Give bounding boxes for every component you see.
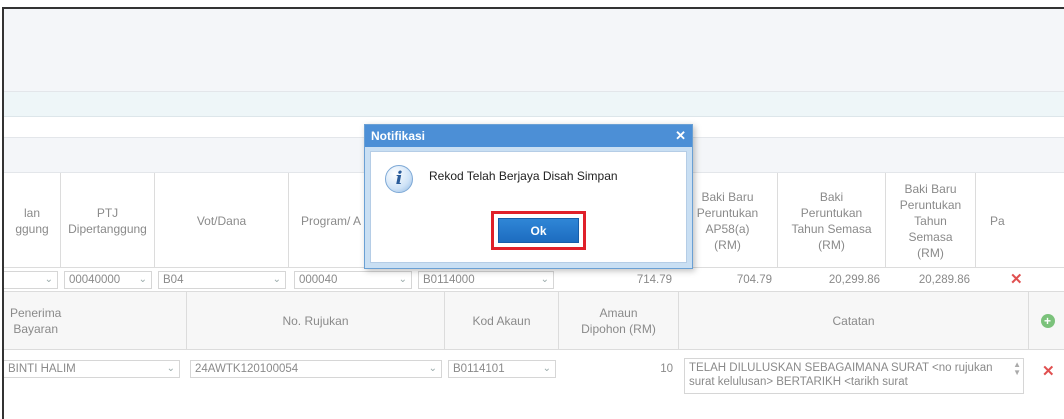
catatan-textarea[interactable]: TELAH DILULUSKAN SEBAGAIMANA SURAT <no r… bbox=[684, 358, 1024, 394]
dialog-title: Notifikasi bbox=[365, 125, 692, 147]
chevron-down-icon: ⌄ bbox=[428, 363, 437, 374]
chevron-down-icon: ⌄ bbox=[44, 274, 53, 285]
chevron-down-icon: ⌄ bbox=[398, 274, 407, 285]
ok-button[interactable]: Ok bbox=[498, 218, 579, 243]
payee-table-header: Penerima Bayaran No. Rujukan Kod Akaun A… bbox=[4, 292, 1064, 350]
payee-table-row: BINTI HALIM ⌄ 24AWTK120100054 ⌄ B0114101 ⌄ … bbox=[4, 350, 1064, 419]
dipertanggung-select[interactable]: ⌄ bbox=[4, 271, 58, 289]
dialog-message: Rekod Telah Berjaya Disah Simpan bbox=[429, 169, 618, 183]
scroll-arrows-icon[interactable]: ▲ ▼ bbox=[1013, 361, 1021, 377]
ptj-select[interactable]: 00040000 ⌄ bbox=[64, 271, 152, 289]
chevron-down-icon: ⌄ bbox=[540, 274, 549, 285]
add-row-button[interactable]: + bbox=[1029, 292, 1064, 350]
close-icon[interactable]: ✕ bbox=[675, 125, 686, 147]
col-header-no-rujukan: No. Rujukan bbox=[187, 292, 445, 350]
amaun-value: 10 bbox=[660, 363, 673, 375]
chevron-down-icon: ⌄ bbox=[166, 363, 175, 374]
col-header-kod-akaun: Kod Akaun bbox=[445, 292, 559, 350]
amount-value-4: 20,289.86 bbox=[918, 274, 970, 286]
col-header-baki-peruntukan: Baki Peruntukan Tahun Semasa (RM) bbox=[778, 173, 886, 268]
allocation-table-row: ⌄ 00040000 ⌄ B04 ⌄ 000040 ⌄ B0114000 ⌄ 714.7… bbox=[4, 268, 1064, 292]
add-circle-icon: + bbox=[1040, 314, 1055, 328]
amount-value-3: 20,299.86 bbox=[828, 274, 880, 286]
kod-akaun-select[interactable]: B0114101 ⌄ bbox=[448, 360, 556, 378]
penerima-select[interactable]: BINTI HALIM ⌄ bbox=[4, 360, 180, 378]
sub-header-band bbox=[4, 92, 1064, 117]
info-icon: i bbox=[385, 165, 413, 193]
amount-value-2: 704.79 bbox=[736, 274, 772, 286]
header-band bbox=[4, 9, 1064, 92]
col-header-catatan: Catatan bbox=[679, 292, 1029, 350]
chevron-down-icon: ⌄ bbox=[542, 363, 551, 374]
delete-row-button[interactable]: ✕ bbox=[1004, 268, 1044, 292]
col-header-penerima-bayaran: Penerima Bayaran bbox=[4, 292, 187, 350]
akaun-select[interactable]: B0114000 ⌄ bbox=[418, 271, 554, 289]
delete-row-button[interactable]: ✕ bbox=[1036, 360, 1064, 384]
chevron-down-icon: ⌄ bbox=[272, 274, 281, 285]
rujukan-select[interactable]: 24AWTK120100054 ⌄ bbox=[190, 360, 442, 378]
program-select[interactable]: 000040 ⌄ bbox=[294, 271, 412, 289]
col-header-baki-baru-tahun-semasa: Baki Baru Peruntukan Tahun Semasa (RM) bbox=[886, 173, 976, 268]
vot-select[interactable]: B04 ⌄ bbox=[158, 271, 286, 289]
col-header-amaun-dipohon: Amaun Dipohon (RM) bbox=[559, 292, 679, 350]
col-header-ptj-dipertanggung: PTJ Dipertanggung bbox=[61, 173, 155, 268]
dialog-body: i Rekod Telah Berjaya Disah Simpan Ok bbox=[370, 151, 687, 263]
delete-x-icon: ✕ bbox=[1042, 363, 1055, 380]
amount-value-1: 714.79 bbox=[636, 274, 672, 286]
highlight-outline: Ok bbox=[491, 211, 586, 250]
chevron-down-icon: ⌄ bbox=[138, 274, 147, 285]
col-header-partial: Pa bbox=[990, 213, 1005, 228]
col-header-baki-baru-ap58: Baki Baru Peruntukan AP58(a) (RM) bbox=[678, 173, 778, 268]
notification-dialog: Notifikasi ✕ i Rekod Telah Berjaya Disah… bbox=[364, 124, 693, 269]
col-header-dipertanggung-partial: lan ggung bbox=[4, 173, 61, 268]
delete-x-icon: ✕ bbox=[1010, 271, 1023, 288]
col-header-vot-dana: Vot/Dana bbox=[155, 173, 289, 268]
